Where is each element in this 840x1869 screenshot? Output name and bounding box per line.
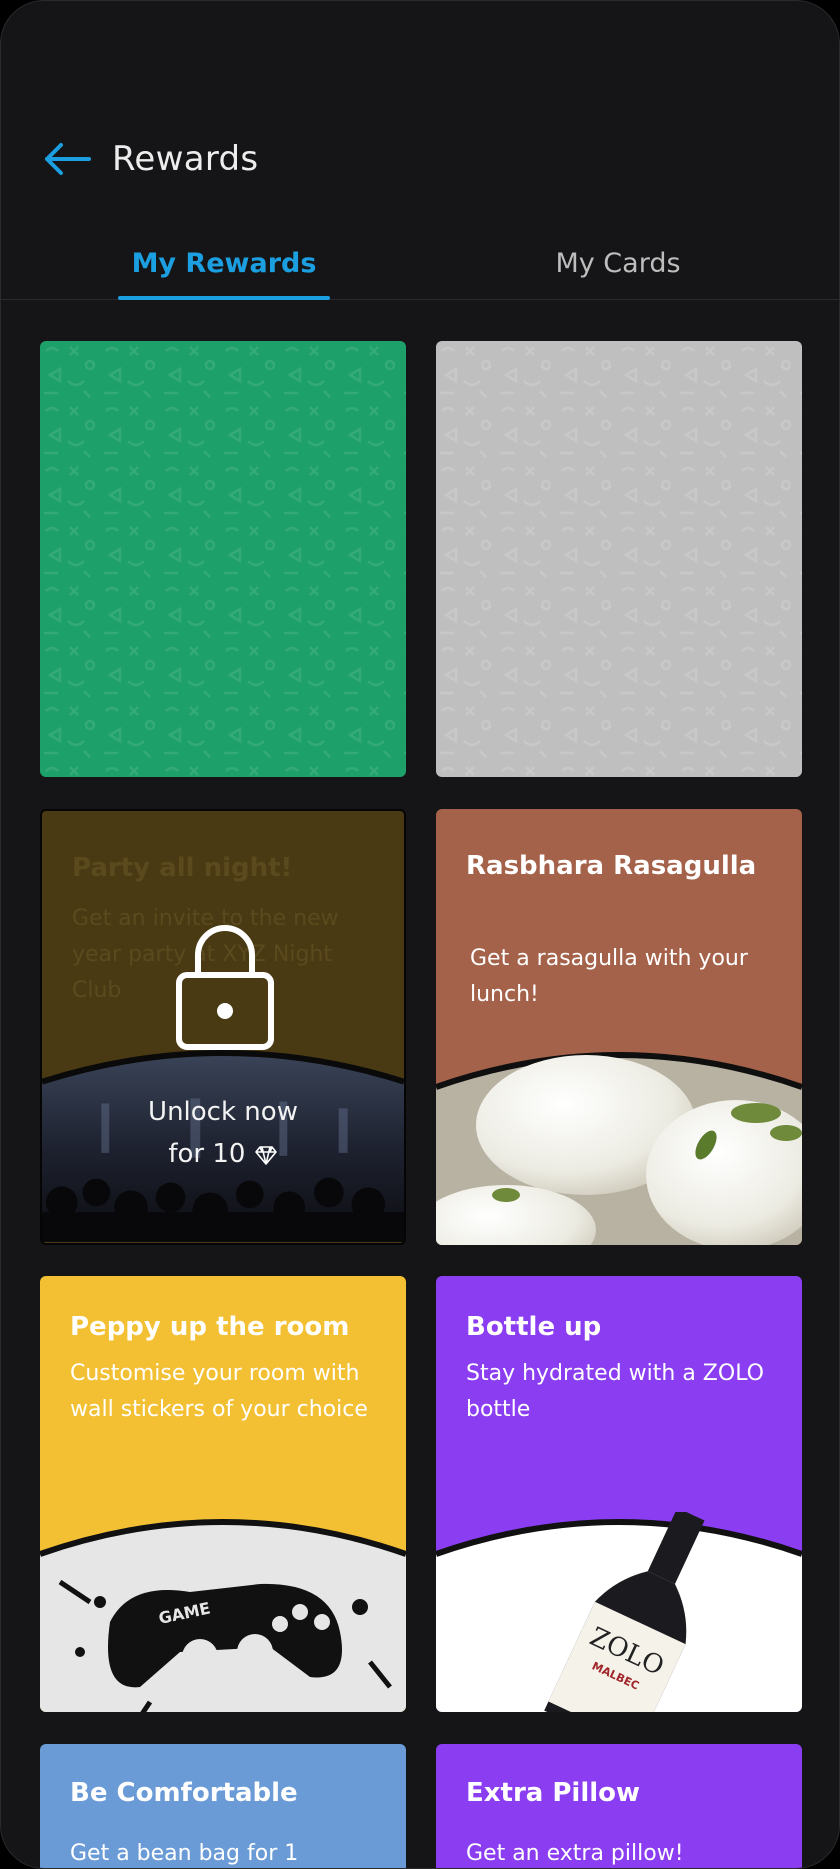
scratch-card[interactable]	[40, 341, 406, 777]
diamond-icon	[254, 1145, 277, 1165]
reward-card[interactable]: Extra Pillow Get an extra pillow!	[436, 1744, 802, 1868]
locked-reward-card[interactable]: Party all night! Get an invite to the ne…	[40, 809, 406, 1245]
rasagulla-image	[436, 1052, 802, 1245]
arrow-left-icon	[45, 143, 91, 175]
unlock-cost-text: for 10	[168, 1139, 246, 1169]
reward-description: Stay hydrated with a ZOLO bottle	[466, 1361, 764, 1422]
reward-title: Be Comfortable	[70, 1778, 298, 1808]
reward-card[interactable]: Peppy up the room Customise your room wi…	[40, 1276, 406, 1712]
tab-my-rewards[interactable]: My Rewards	[119, 248, 329, 288]
zolo-bottle-image: ZOLO MALBEC	[436, 1512, 802, 1712]
reward-title: Bottle up	[466, 1312, 602, 1342]
tab-bar: My Rewards My Cards	[1, 236, 839, 300]
tab-my-cards[interactable]: My Cards	[513, 248, 723, 288]
app-header: Rewards	[1, 121, 839, 201]
reward-title: Extra Pillow	[466, 1778, 641, 1808]
reward-description: Get an extra pillow!	[466, 1841, 684, 1866]
reward-card[interactable]: Rasbhara Rasagulla Get a rasagulla with …	[436, 809, 802, 1245]
unlock-cost: for 10	[42, 1133, 404, 1175]
reward-description: Get a rasagulla with your lunch!	[470, 946, 748, 1007]
reward-title: Rasbhara Rasagulla	[466, 851, 757, 881]
reward-card[interactable]: Bottle up Stay hydrated with a ZOLO bott…	[436, 1276, 802, 1712]
page-title: Rewards	[112, 139, 259, 179]
reward-title: Peppy up the room	[70, 1312, 350, 1342]
reward-description: Customise your room with wall stickers o…	[70, 1361, 368, 1422]
app-screen: Rewards My Rewards My Cards Party all ni…	[0, 0, 840, 1869]
doodle-pattern	[40, 341, 406, 777]
reward-description: Get a bean bag for 1	[70, 1841, 299, 1866]
back-button[interactable]	[41, 137, 93, 181]
unlock-label: Unlock now	[148, 1097, 298, 1127]
scratch-card[interactable]	[436, 341, 802, 777]
game-controller-sticker-image: GAME	[40, 1519, 406, 1712]
lock-icon	[176, 925, 274, 1050]
doodle-pattern	[436, 341, 802, 777]
reward-card[interactable]: Be Comfortable Get a bean bag for 1	[40, 1744, 406, 1868]
active-tab-indicator	[118, 296, 330, 300]
lock-overlay: Unlock now for 10	[42, 811, 404, 1243]
